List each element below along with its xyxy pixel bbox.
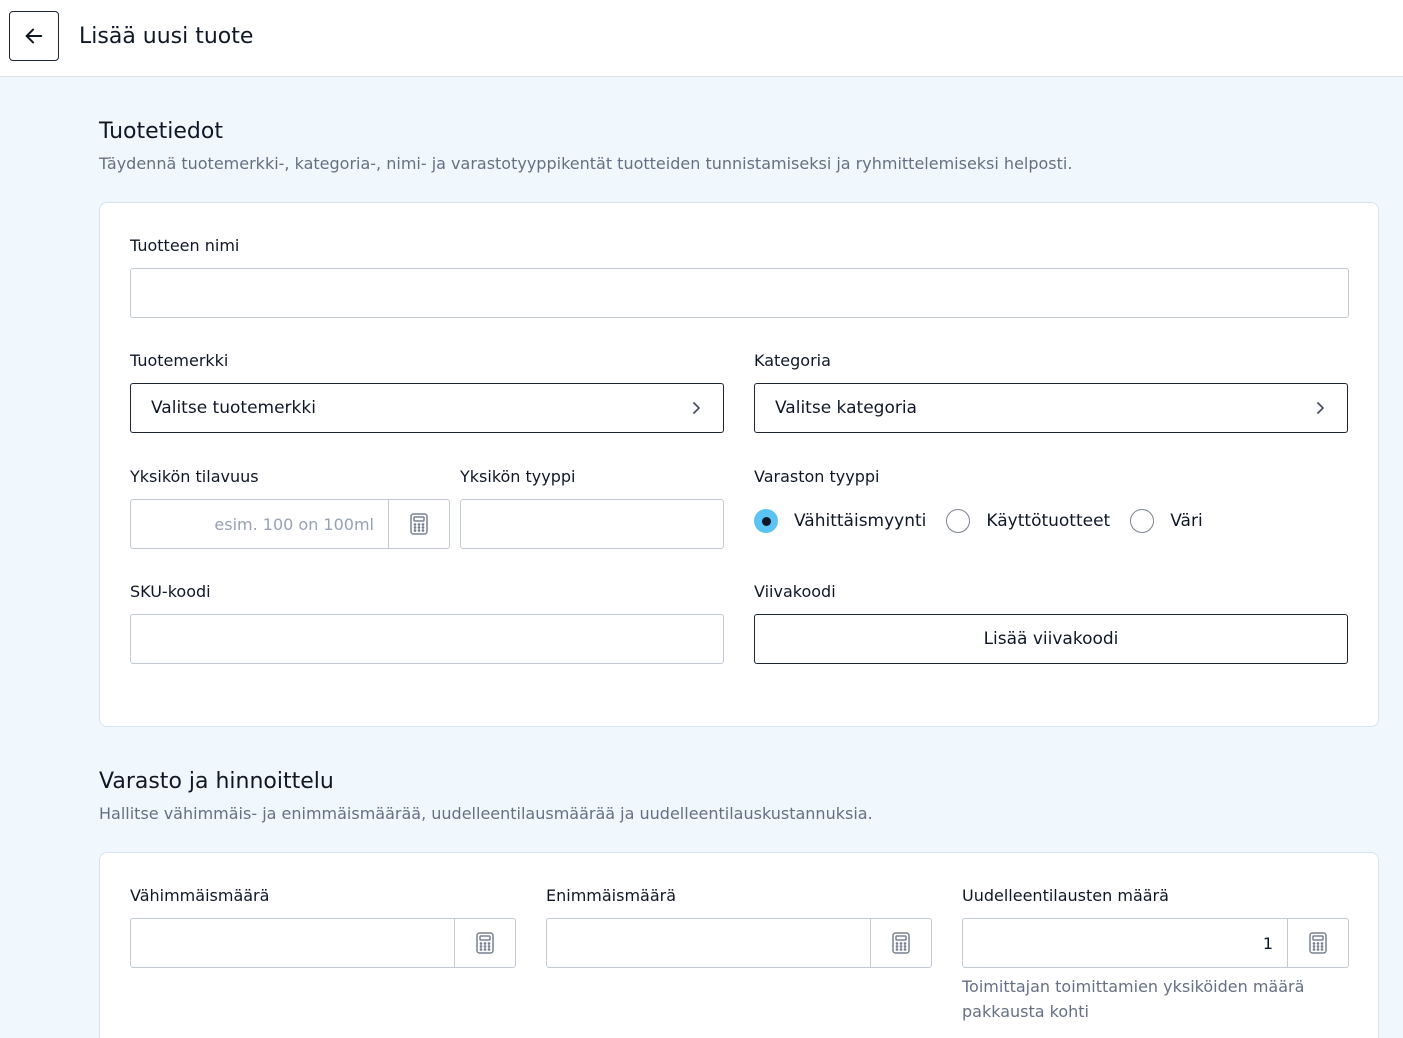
reorder-quantity-input[interactable] xyxy=(963,919,1287,967)
stock-type-radio-group: Vähittäismyynti Käyttötuotteet Väri xyxy=(754,509,1223,533)
min-quantity-label: Vähimmäismäärä xyxy=(130,886,270,905)
min-quantity-group xyxy=(130,918,516,968)
unit-type-input[interactable] xyxy=(460,499,724,549)
brand-select[interactable]: Valitse tuotemerkki xyxy=(130,383,724,433)
unit-volume-calculator-button[interactable] xyxy=(388,500,449,548)
sku-input[interactable] xyxy=(130,614,724,664)
barcode-label: Viivakoodi xyxy=(754,582,836,601)
back-button[interactable] xyxy=(9,11,59,61)
category-select-value: Valitse kategoria xyxy=(775,398,917,418)
stock-section-description: Hallitse vähimmäis- ja enimmäismäärää, u… xyxy=(99,804,873,823)
radio-label: Väri xyxy=(1170,511,1203,531)
calculator-icon xyxy=(410,513,428,535)
stock-type-option-consumables[interactable]: Käyttötuotteet xyxy=(946,509,1110,533)
stock-pricing-card: Vähimmäismäärä Enimmäismäärä Uudelleenti… xyxy=(99,852,1379,1038)
reorder-quantity-group xyxy=(962,918,1349,968)
category-label: Kategoria xyxy=(754,351,831,370)
sku-label: SKU-koodi xyxy=(130,582,211,601)
chevron-right-icon xyxy=(1315,402,1327,414)
reorder-quantity-helper-text: Toimittajan toimittamien yksiköiden määr… xyxy=(962,977,1305,1021)
category-select[interactable]: Valitse kategoria xyxy=(754,383,1348,433)
unit-volume-input[interactable] xyxy=(131,500,388,548)
radio-label: Käyttötuotteet xyxy=(986,511,1111,531)
arrow-left-icon xyxy=(25,28,43,44)
brand-label: Tuotemerkki xyxy=(130,351,229,370)
stock-section-title: Varasto ja hinnoittelu xyxy=(99,769,334,794)
stock-type-option-retail[interactable]: Vähittäismyynti xyxy=(754,509,926,533)
min-quantity-calculator-button[interactable] xyxy=(454,919,515,967)
product-section-title: Tuotetiedot xyxy=(99,119,223,144)
max-quantity-calculator-button[interactable] xyxy=(870,919,931,967)
max-quantity-group xyxy=(546,918,932,968)
min-quantity-input[interactable] xyxy=(131,919,454,967)
max-quantity-input[interactable] xyxy=(547,919,870,967)
product-section-description: Täydennä tuotemerkki-, kategoria-, nimi-… xyxy=(99,154,1073,173)
radio-unchecked[interactable] xyxy=(946,509,971,533)
unit-type-label: Yksikön tyyppi xyxy=(460,467,576,486)
max-quantity-label: Enimmäismäärä xyxy=(546,886,677,905)
calculator-icon xyxy=(892,932,910,954)
page-title: Lisää uusi tuote xyxy=(79,24,254,49)
product-info-card: Tuotteen nimi Tuotemerkki Valitse tuotem… xyxy=(99,202,1379,727)
brand-select-value: Valitse tuotemerkki xyxy=(151,398,316,418)
calculator-icon xyxy=(1309,932,1327,954)
add-barcode-button[interactable]: Lisää viivakoodi xyxy=(754,614,1348,664)
calculator-icon xyxy=(476,932,494,954)
radio-checked[interactable] xyxy=(754,509,778,533)
unit-volume-group xyxy=(130,499,450,549)
product-name-input[interactable] xyxy=(130,268,1349,318)
reorder-quantity-calculator-button[interactable] xyxy=(1287,919,1348,967)
reorder-quantity-label: Uudelleentilausten määrä xyxy=(962,886,1169,905)
radio-label: Vähittäismyynti xyxy=(794,511,927,531)
chevron-right-icon xyxy=(691,402,703,414)
product-name-label: Tuotteen nimi xyxy=(130,236,240,255)
stock-type-option-color[interactable]: Väri xyxy=(1130,509,1203,533)
stock-type-label: Varaston tyyppi xyxy=(754,467,880,486)
radio-unchecked[interactable] xyxy=(1130,509,1155,533)
unit-volume-label: Yksikön tilavuus xyxy=(130,467,259,486)
page-header: Lisää uusi tuote xyxy=(0,0,1403,77)
